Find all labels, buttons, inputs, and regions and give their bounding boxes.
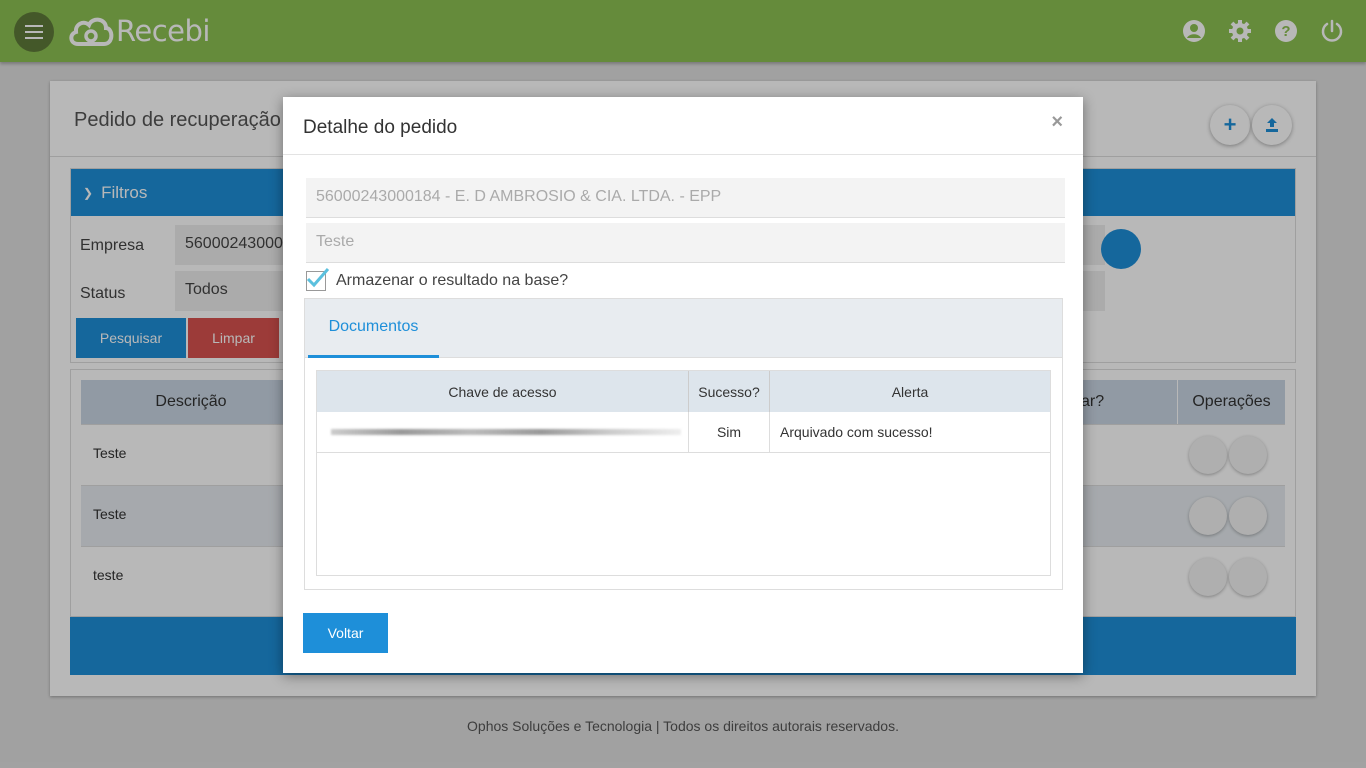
store-result-checkbox-row[interactable]: Armazenar o resultado na base?: [306, 268, 569, 293]
store-result-checkbox[interactable]: [306, 268, 330, 291]
close-icon[interactable]: ×: [1051, 111, 1063, 134]
tabs-header: Documentos: [305, 299, 1062, 358]
tabs-panel: Documentos Chave de acesso Sucesso? Aler…: [304, 298, 1063, 590]
store-result-label: Armazenar o resultado na base?: [336, 272, 569, 289]
column-sucesso: Sucesso?: [689, 371, 770, 412]
success-cell: Sim: [689, 412, 770, 453]
empresa-field[interactable]: 56000243000184 - E. D AMBROSIO & CIA. LT…: [306, 178, 1065, 218]
column-alerta: Alerta: [770, 371, 1050, 412]
modal-divider: [283, 154, 1083, 155]
descricao-field[interactable]: Teste: [306, 223, 1065, 263]
order-detail-modal: Detalhe do pedido × 56000243000184 - E. …: [283, 97, 1083, 673]
tab-documentos[interactable]: Documentos: [308, 299, 439, 358]
column-chave: Chave de acesso: [317, 371, 689, 412]
modal-title: Detalhe do pedido: [303, 117, 458, 138]
checkmark-icon: [306, 268, 330, 288]
access-key-cell: [317, 412, 689, 453]
alert-cell: Arquivado com sucesso!: [770, 412, 1050, 453]
back-button[interactable]: Voltar: [303, 613, 388, 653]
documents-table: Chave de acesso Sucesso? Alerta Sim Arqu…: [316, 370, 1051, 576]
redacted-access-key: [331, 429, 681, 435]
